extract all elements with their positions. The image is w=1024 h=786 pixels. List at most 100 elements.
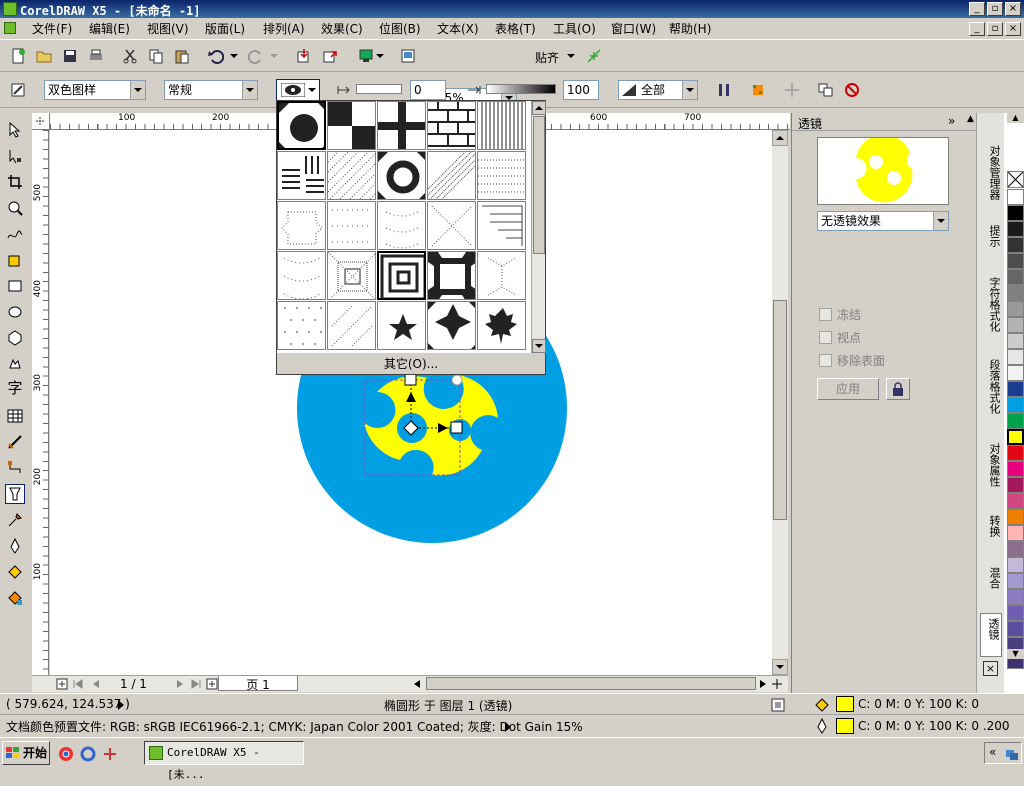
scroll-up-icon[interactable] <box>772 130 788 146</box>
table-tool-icon[interactable] <box>5 406 25 426</box>
document-icon[interactable] <box>4 22 16 34</box>
color-swatch[interactable] <box>1007 573 1024 589</box>
close-icon[interactable]: × <box>983 661 998 676</box>
import-icon[interactable] <box>294 46 314 66</box>
palette-scroll-down-icon[interactable]: ▼ <box>1007 649 1024 659</box>
color-swatch[interactable] <box>1007 429 1024 445</box>
pattern-cell[interactable] <box>377 101 426 150</box>
corel-app-icon[interactable] <box>3 2 17 16</box>
freehand-tool-icon[interactable] <box>5 224 25 244</box>
pattern-cell[interactable] <box>327 101 376 150</box>
end-transparency-slider[interactable] <box>486 84 556 94</box>
vertical-scrollbar[interactable] <box>772 130 788 675</box>
pattern-scroll-thumb[interactable] <box>533 116 545 254</box>
menu-table[interactable]: 表格(T) <box>495 21 536 37</box>
horizontal-scroll-thumb[interactable] <box>426 677 756 690</box>
tab-object-manager[interactable]: 对象管理器 <box>980 141 1002 219</box>
pattern-cell[interactable] <box>477 301 526 350</box>
pattern-cell[interactable] <box>377 251 426 300</box>
pattern-cell[interactable] <box>377 151 426 200</box>
color-swatch[interactable] <box>1007 253 1024 269</box>
zoom-tool-icon[interactable] <box>5 198 25 218</box>
pattern-cell[interactable] <box>477 101 526 150</box>
color-swatch[interactable] <box>1007 605 1024 621</box>
smart-fill-tool-icon[interactable] <box>5 250 25 270</box>
open-icon[interactable] <box>34 46 54 66</box>
menu-layout[interactable]: 版面(L) <box>205 21 245 37</box>
color-swatch[interactable] <box>1007 557 1024 573</box>
color-swatch[interactable] <box>1007 525 1024 541</box>
previous-page-icon[interactable] <box>86 674 106 694</box>
launcher-dropdown-icon[interactable] <box>374 46 386 66</box>
pattern-cell[interactable] <box>327 201 376 250</box>
eyedropper-tool-icon[interactable] <box>5 510 25 530</box>
menu-help[interactable]: 帮助(H) <box>669 21 711 37</box>
cut-icon[interactable] <box>120 46 140 66</box>
menu-effects[interactable]: 效果(C) <box>321 21 363 37</box>
color-swatch[interactable] <box>1007 445 1024 461</box>
tab-blend[interactable]: 混合 <box>980 563 1002 607</box>
end-transparency-input[interactable]: 100 <box>563 80 599 100</box>
docker-expand-icon[interactable]: » <box>948 114 955 128</box>
rectangle-tool-icon[interactable] <box>5 276 25 296</box>
color-swatch[interactable] <box>1007 477 1024 493</box>
interactive-fill-tool-icon[interactable] <box>5 588 25 608</box>
color-swatch[interactable] <box>1007 205 1024 221</box>
doc-close-button[interactable]: × <box>1005 22 1021 36</box>
pattern-cell[interactable] <box>327 301 376 350</box>
edit-transparency-icon[interactable] <box>8 80 28 100</box>
scroll-down-icon[interactable] <box>772 659 788 675</box>
ellipse-tool-icon[interactable] <box>5 302 25 322</box>
print-icon[interactable] <box>86 46 106 66</box>
create-pattern-icon[interactable] <box>748 80 768 100</box>
connector-tool-icon[interactable] <box>5 458 25 478</box>
pattern-picker-button[interactable] <box>276 79 320 101</box>
menu-text[interactable]: 文本(X) <box>437 21 479 37</box>
menu-edit[interactable]: 编辑(E) <box>89 21 130 37</box>
freeze-transparency-icon[interactable] <box>714 80 734 100</box>
transparency-target-select[interactable]: 全部 <box>618 80 698 100</box>
first-page-icon[interactable] <box>68 674 88 694</box>
color-swatch[interactable] <box>1007 285 1024 301</box>
pattern-cell[interactable] <box>277 251 326 300</box>
snap-dropdown-icon[interactable] <box>565 46 577 66</box>
color-swatch[interactable] <box>1007 397 1024 413</box>
tab-character-formatting[interactable]: 字符格式化 <box>980 273 1002 349</box>
clear-transparency-icon[interactable] <box>842 80 862 100</box>
viewpoint-checkbox[interactable] <box>819 331 832 344</box>
pick-tool-icon[interactable] <box>5 120 25 140</box>
color-swatch[interactable] <box>1007 621 1024 637</box>
copy-transparency-icon[interactable] <box>816 80 836 100</box>
pattern-cell[interactable] <box>277 301 326 350</box>
color-swatch[interactable] <box>1007 237 1024 253</box>
color-swatch[interactable] <box>1007 189 1024 205</box>
chevron-down-icon[interactable] <box>682 81 697 99</box>
color-swatch[interactable] <box>1007 461 1024 477</box>
color-swatch[interactable] <box>1007 221 1024 237</box>
export-icon[interactable] <box>320 46 340 66</box>
tab-lens[interactable]: 透镜 <box>980 613 1002 657</box>
color-swatch[interactable] <box>1007 269 1024 285</box>
undo-dropdown-icon[interactable] <box>228 46 240 66</box>
redo-icon[interactable] <box>246 46 266 66</box>
color-swatch[interactable] <box>1007 589 1024 605</box>
tab-transformation[interactable]: 转换 <box>980 511 1002 555</box>
undo-icon[interactable] <box>206 46 226 66</box>
restore-button[interactable]: ▫ <box>987 2 1003 16</box>
ie-icon[interactable] <box>78 744 98 764</box>
menu-window[interactable]: 窗口(W) <box>611 21 656 37</box>
scroll-left-icon[interactable] <box>410 674 424 694</box>
polygon-tool-icon[interactable] <box>5 328 25 348</box>
pattern-cell[interactable] <box>377 201 426 250</box>
menu-file[interactable]: 文件(F) <box>32 21 72 37</box>
pattern-cell[interactable] <box>427 251 476 300</box>
corel-quicklaunch-icon[interactable] <box>100 744 120 764</box>
color-swatch[interactable] <box>1007 381 1024 397</box>
pattern-cell[interactable] <box>477 251 526 300</box>
minimize-button[interactable]: _ <box>969 2 985 16</box>
pattern-scrollbar[interactable] <box>531 101 546 353</box>
taskbar-task-coreldraw[interactable]: CorelDRAW X5 - [未... <box>144 741 304 781</box>
color-swatch[interactable] <box>1007 509 1024 525</box>
pattern-cell[interactable] <box>427 151 476 200</box>
transparency-tool-icon[interactable] <box>5 484 25 504</box>
